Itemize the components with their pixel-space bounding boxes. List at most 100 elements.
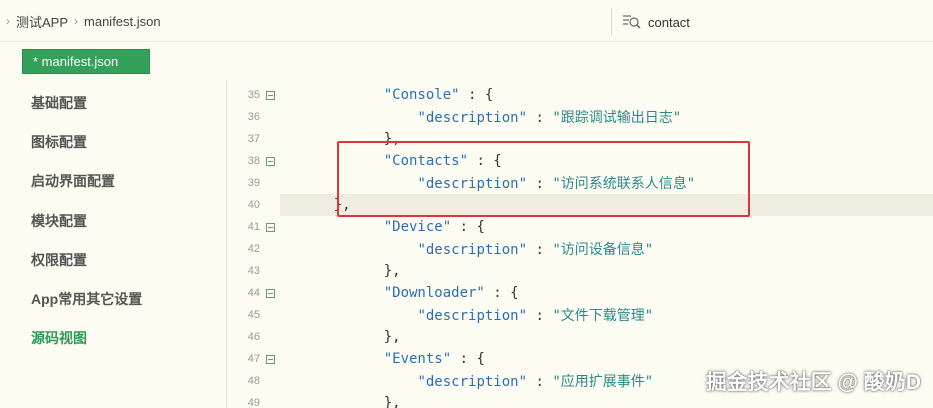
breadcrumb-project[interactable]: 测试APP — [16, 12, 68, 31]
toolbar-divider — [611, 8, 612, 36]
json-string: "访问设备信息" — [552, 242, 654, 258]
json-key: "Device" — [383, 219, 452, 235]
code-text: "Console" : { — [280, 87, 494, 103]
fold-toggle-icon[interactable] — [260, 90, 280, 100]
line-number: 41 — [247, 221, 260, 233]
search-icon — [622, 13, 642, 31]
breadcrumb-file[interactable]: manifest.json — [84, 14, 161, 29]
json-punct: : — [527, 308, 553, 324]
json-string: "文件下载管理" — [552, 308, 654, 324]
code-text: "description" : "应用扩展事件" — [280, 371, 653, 391]
watermark: 掘金技术社区 @ 酸奶D — [705, 371, 921, 394]
line-number: 45 — [247, 309, 260, 321]
json-punct: : — [527, 374, 553, 390]
code-text: "Events" : { — [280, 351, 485, 367]
code-text: }, — [280, 329, 401, 345]
fold-toggle-icon[interactable] — [260, 354, 280, 364]
sidebar-item-0[interactable]: 基础配置 — [31, 83, 142, 122]
sidebar-item-3[interactable]: 模块配置 — [31, 201, 142, 240]
line-number: 47 — [247, 353, 260, 365]
code-text: }, — [280, 395, 401, 408]
json-punct: }, — [383, 263, 401, 279]
search-box[interactable]: contact — [622, 10, 922, 34]
code-text: "description" : "跟踪调试输出日志" — [280, 107, 681, 127]
line-number: 35 — [247, 89, 260, 101]
json-key: "description" — [417, 374, 528, 390]
json-punct: : — [527, 110, 553, 126]
code-editor[interactable]: 35 "Console" : {36 "description" : "跟踪调试… — [230, 84, 933, 408]
line-number: 37 — [247, 133, 260, 145]
code-line[interactable]: 45 "description" : "文件下载管理" — [230, 304, 933, 326]
json-key: "description" — [417, 242, 528, 258]
code-line[interactable]: 46 }, — [230, 326, 933, 348]
json-punct: : — [527, 242, 553, 258]
line-number: 36 — [247, 111, 260, 123]
line-number: 49 — [247, 397, 260, 408]
json-punct: : { — [484, 285, 519, 301]
line-number: 48 — [247, 375, 260, 387]
json-key: "description" — [417, 308, 528, 324]
code-text: }, — [230, 197, 351, 213]
code-line[interactable]: 41 "Device" : { — [230, 216, 933, 238]
json-punct: }, — [383, 395, 401, 408]
chevron-right-icon: › — [6, 14, 10, 28]
code-line[interactable]: 36 "description" : "跟踪调试输出日志" — [230, 106, 933, 128]
line-number: 38 — [247, 155, 260, 167]
line-number: 42 — [247, 243, 260, 255]
collapse-icon — [265, 90, 275, 100]
line-number: 46 — [247, 331, 260, 343]
json-key: "Console" — [383, 87, 460, 103]
line-number: 39 — [247, 177, 260, 189]
sidebar-item-1[interactable]: 图标配置 — [31, 122, 142, 161]
code-line[interactable]: 43 }, — [230, 260, 933, 282]
code-line[interactable]: 42 "description" : "访问设备信息" — [230, 238, 933, 260]
json-punct: : { — [451, 351, 485, 367]
json-key: "Downloader" — [383, 285, 485, 301]
code-line[interactable]: 35 "Console" : { — [230, 84, 933, 106]
fold-toggle-icon[interactable] — [260, 156, 280, 166]
json-string: "跟踪调试输出日志" — [552, 110, 682, 126]
collapse-icon — [265, 354, 275, 364]
json-key: "Events" — [383, 351, 452, 367]
code-text: "Downloader" : { — [280, 285, 519, 301]
code-text: "description" : "文件下载管理" — [280, 305, 653, 325]
fold-toggle-icon[interactable] — [260, 222, 280, 232]
code-text: "description" : "访问设备信息" — [280, 239, 653, 259]
fold-toggle-icon[interactable] — [260, 288, 280, 298]
code-line[interactable]: 44 "Downloader" : { — [230, 282, 933, 304]
sidebar-divider — [226, 80, 227, 408]
json-string: "应用扩展事件" — [552, 374, 654, 390]
collapse-icon — [265, 156, 275, 166]
breadcrumb: › 测试APP › manifest.json — [0, 0, 161, 42]
collapse-icon — [265, 288, 275, 298]
sidebar-item-5[interactable]: App常用其它设置 — [31, 279, 142, 318]
sidebar-item-4[interactable]: 权限配置 — [31, 240, 142, 279]
sidebar-item-2[interactable]: 启动界面配置 — [31, 162, 142, 201]
code-text: "Device" : { — [280, 219, 485, 235]
collapse-icon — [265, 222, 275, 232]
line-number: 44 — [247, 287, 260, 299]
config-sidebar: 基础配置 图标配置 启动界面配置 模块配置 权限配置 App常用其它设置 源码视图 — [31, 83, 142, 358]
tab-manifest-json[interactable]: * manifest.json — [22, 49, 150, 74]
breadcrumb-bar: › 测试APP › manifest.json contact — [0, 0, 933, 42]
json-punct: : { — [459, 87, 494, 103]
json-punct: : { — [451, 219, 485, 235]
sidebar-item-6[interactable]: 源码视图 — [31, 319, 142, 358]
search-input[interactable]: contact — [648, 15, 690, 30]
chevron-right-icon: › — [74, 14, 79, 28]
json-key: "description" — [417, 110, 528, 126]
json-punct: }, — [383, 329, 401, 345]
annotation-highlight-box — [337, 141, 750, 217]
